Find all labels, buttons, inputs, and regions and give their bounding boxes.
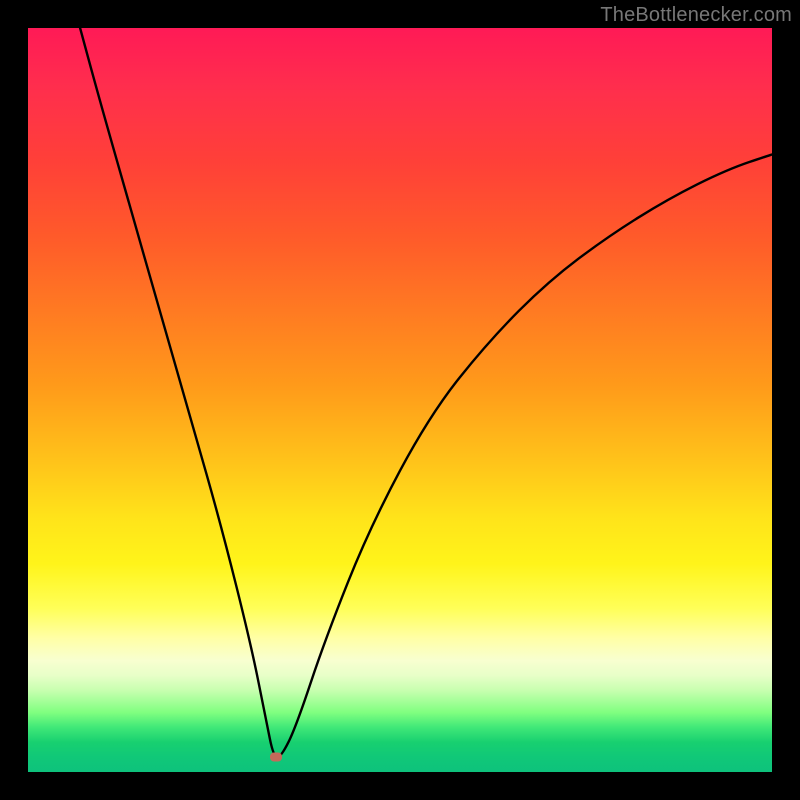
watermark-text: TheBottlenecker.com (600, 4, 792, 27)
optimal-point-marker (270, 753, 282, 762)
chart-frame (28, 28, 772, 772)
bottleneck-curve (28, 28, 772, 772)
